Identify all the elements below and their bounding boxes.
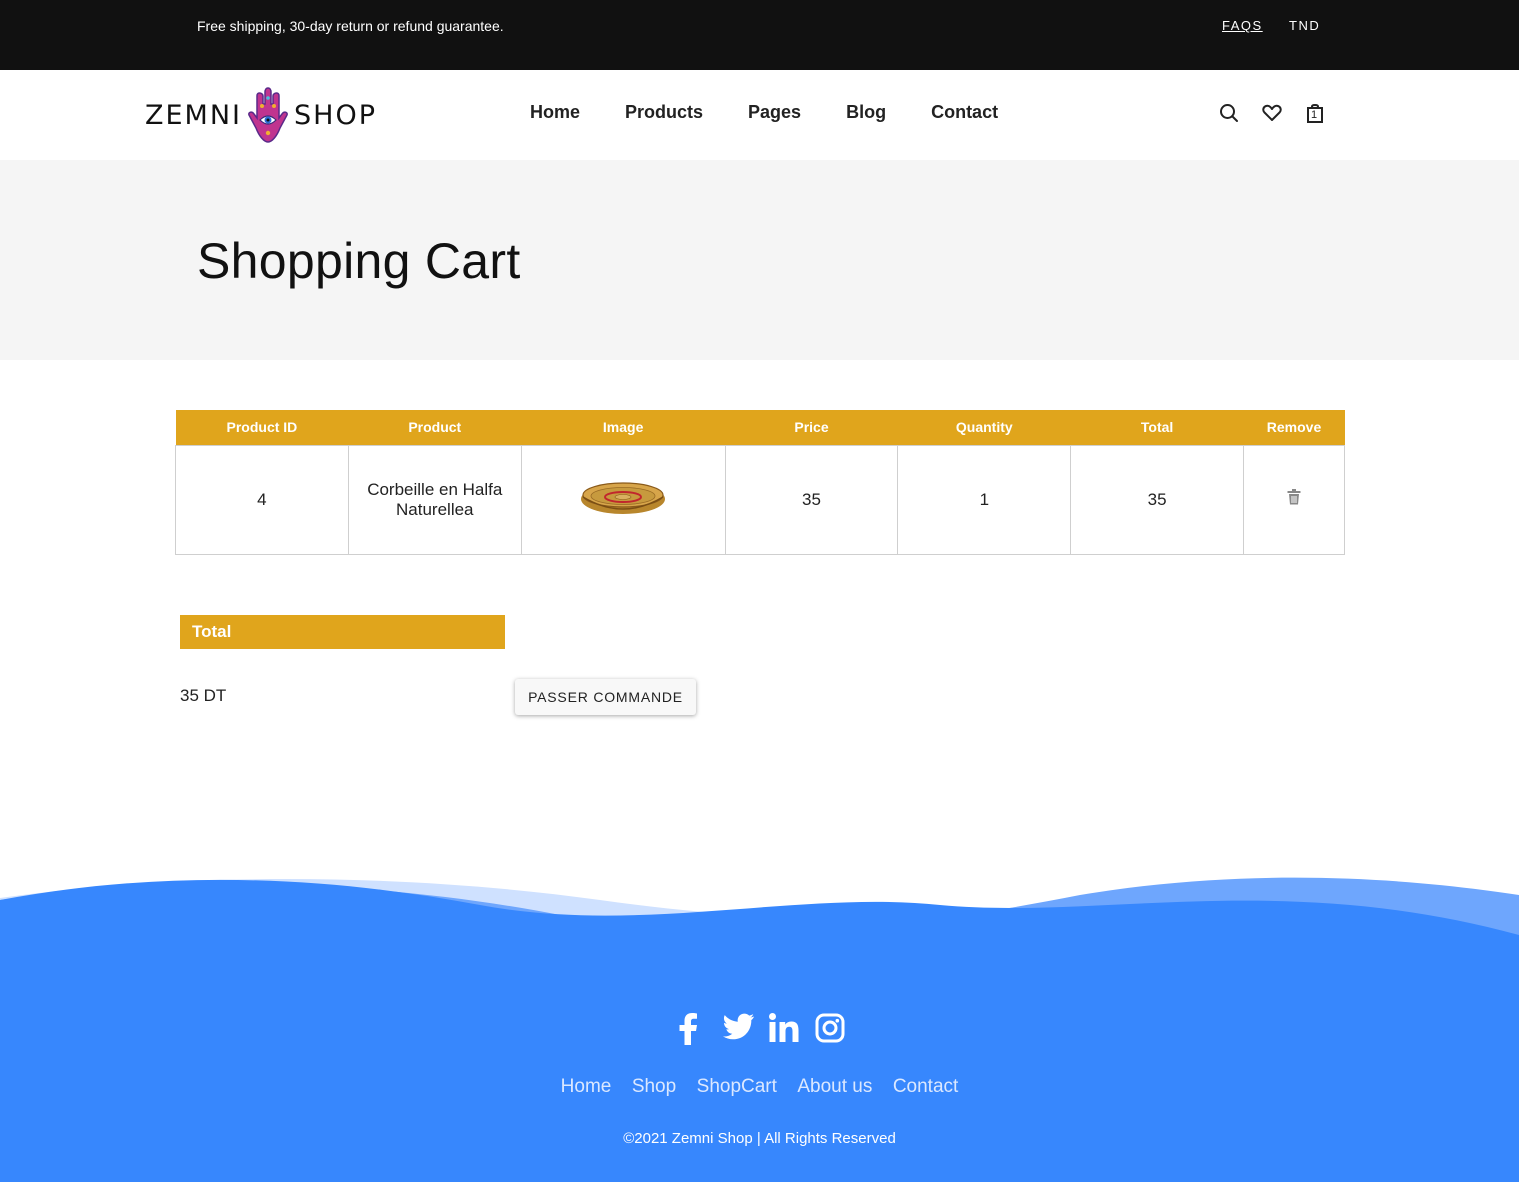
nav-products[interactable]: Products xyxy=(625,102,703,123)
column-header-price: Price xyxy=(725,410,898,445)
hamsa-logo-icon xyxy=(248,87,288,143)
column-header-product-id: Product ID xyxy=(175,410,349,445)
cell-quantity: 1 xyxy=(897,444,1072,555)
top-bar: Free shipping, 30-day return or refund g… xyxy=(0,0,1519,70)
nav-home[interactable]: Home xyxy=(530,102,580,123)
cell-price: 35 xyxy=(724,444,899,555)
cart-table: Product ID Product Image Price Quantity … xyxy=(175,410,1345,555)
logo-text-right: SHOP xyxy=(294,99,377,131)
column-header-quantity: Quantity xyxy=(897,410,1071,445)
main-nav: Home Products Pages Blog Contact xyxy=(530,102,1043,123)
nav-pages[interactable]: Pages xyxy=(748,102,801,123)
column-header-total: Total xyxy=(1070,410,1244,445)
page-banner: Shopping Cart xyxy=(0,160,1519,360)
currency-selector[interactable]: TND xyxy=(1289,18,1320,33)
twitter-icon[interactable] xyxy=(723,1013,754,1047)
facebook-icon[interactable] xyxy=(677,1013,707,1047)
footer-link-home[interactable]: Home xyxy=(561,1076,612,1097)
shipping-promo-text: Free shipping, 30-day return or refund g… xyxy=(197,18,504,34)
site-footer: Home Shop ShopCart About us Contact ©202… xyxy=(0,860,1519,1182)
cell-product-id: 4 xyxy=(175,444,349,555)
heart-icon[interactable] xyxy=(1261,102,1283,124)
basket-image xyxy=(581,482,666,514)
total-value: 35 DT xyxy=(180,686,227,705)
footer-nav: Home Shop ShopCart About us Contact xyxy=(0,1076,1519,1098)
cell-product-name: Corbeille en Halfa Naturellea xyxy=(347,444,522,555)
instagram-icon[interactable] xyxy=(815,1013,845,1047)
cell-remove xyxy=(1243,444,1345,555)
cell-total: 35 xyxy=(1070,444,1245,555)
table-row: 4 Corbeille en Halfa Naturellea 35 1 35 xyxy=(175,444,1345,555)
header-icons: 1 xyxy=(1218,102,1347,124)
nav-blog[interactable]: Blog xyxy=(846,102,886,123)
footer-link-shopcart[interactable]: ShopCart xyxy=(697,1076,777,1097)
place-order-button[interactable]: PASSER COMMANDE xyxy=(515,679,696,715)
footer-link-shop[interactable]: Shop xyxy=(632,1076,676,1097)
page-title: Shopping Cart xyxy=(197,233,521,289)
footer-link-contact[interactable]: Contact xyxy=(893,1076,958,1097)
column-header-image: Image xyxy=(521,410,726,445)
nav-contact[interactable]: Contact xyxy=(931,102,998,123)
footer-link-about[interactable]: About us xyxy=(797,1076,872,1097)
cart-count-badge: 1 xyxy=(1311,109,1318,121)
faqs-link[interactable]: FAQS xyxy=(1222,18,1263,33)
total-heading: Total xyxy=(180,615,505,649)
shopping-bag-icon[interactable]: 1 xyxy=(1304,102,1326,124)
social-links xyxy=(677,1013,861,1047)
column-header-remove: Remove xyxy=(1243,410,1345,445)
linkedin-icon[interactable] xyxy=(769,1013,799,1047)
search-icon[interactable] xyxy=(1218,102,1240,124)
column-header-product: Product xyxy=(348,410,522,445)
site-header: ZEMNI SHOP Home Products Pages Blog Cont… xyxy=(0,70,1519,160)
cell-product-image xyxy=(520,444,726,555)
copyright-text: ©2021 Zemni Shop | All Rights Reserved xyxy=(623,1130,896,1147)
table-header-row: Product ID Product Image Price Quantity … xyxy=(175,410,1345,445)
site-logo[interactable]: ZEMNI SHOP xyxy=(145,84,427,146)
logo-text-left: ZEMNI xyxy=(145,99,243,131)
trash-icon[interactable] xyxy=(1287,489,1301,510)
